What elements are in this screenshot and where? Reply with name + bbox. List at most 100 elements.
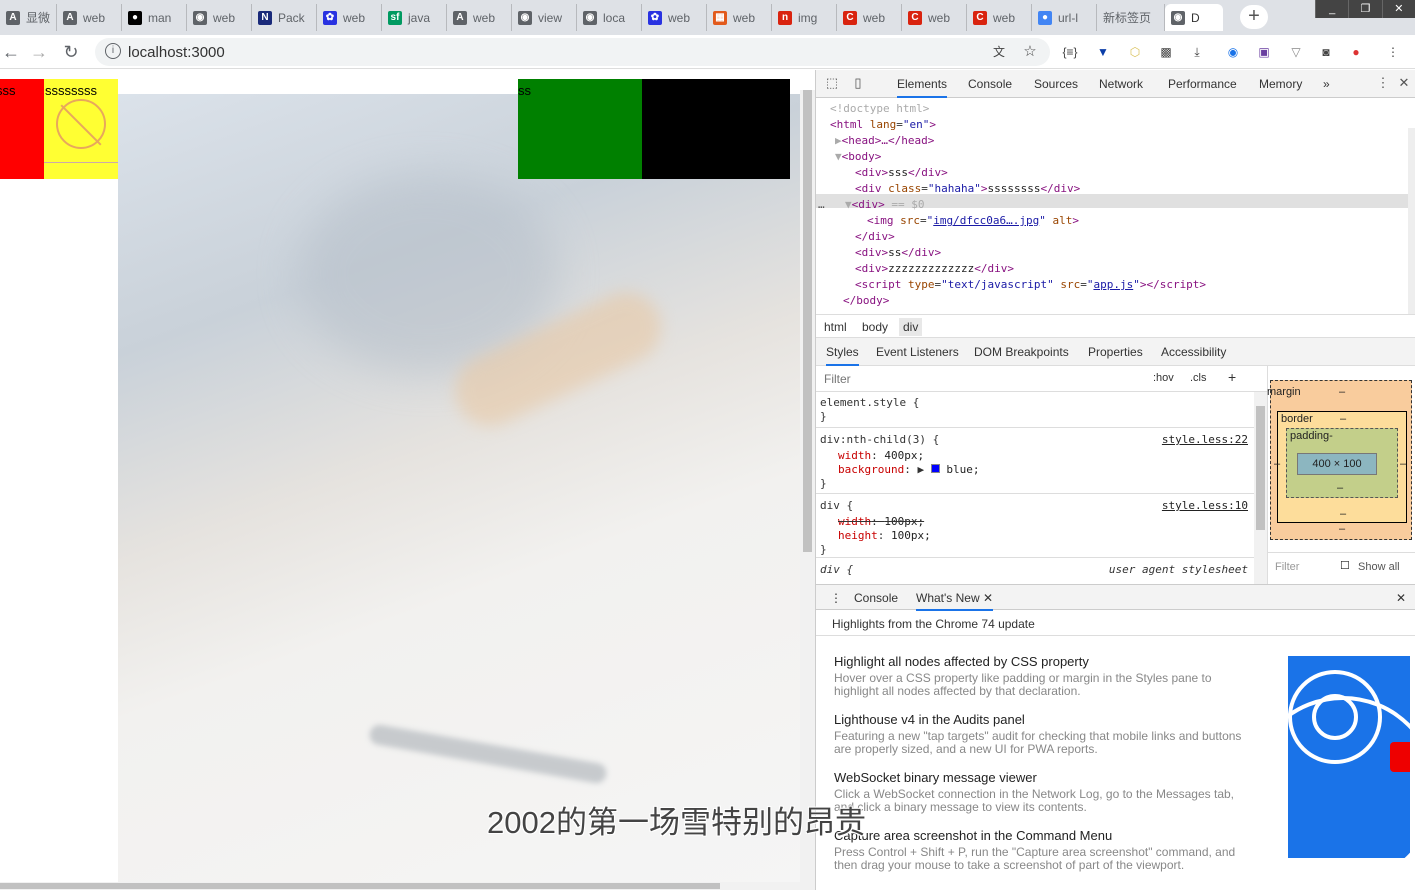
url-text[interactable]: localhost:3000 [128,44,225,61]
div-node-4[interactable]: <div>ss</div> [855,246,941,259]
browser-tab[interactable]: ◉ view [512,4,577,31]
qr-code-icon[interactable]: ▩ [1158,44,1174,60]
body-node[interactable]: ▼<body> [835,150,881,163]
more-tabs-button[interactable]: » [1323,77,1330,91]
tab-accessibility[interactable]: Accessibility [1161,345,1226,359]
menu-dots-icon[interactable]: ⋮ [1385,44,1401,60]
inspect-element-icon[interactable]: ⬚ [824,75,840,91]
rule-source-link[interactable]: style.less:10 [1162,499,1248,512]
close-drawer-icon[interactable]: ✕ [1396,591,1406,605]
doctype-node[interactable]: <!doctype html> [830,102,929,115]
address-bar[interactable]: i localhost:3000 文 ☆ [95,38,1050,66]
browser-tab[interactable]: Cweb [837,4,902,31]
background-declaration[interactable]: background: ▶ blue; [838,463,979,476]
browser-tab[interactable]: ◉ loca [577,4,642,31]
computed-filter-input[interactable]: Filter [1275,561,1299,573]
whats-new-item[interactable]: Highlight all nodes affected by CSS prop… [834,654,1254,698]
tab-properties[interactable]: Properties [1088,345,1143,359]
height-declaration[interactable]: height: 100px; [838,529,931,542]
tab-memory[interactable]: Memory [1259,77,1302,91]
browser-tab[interactable]: Cweb [967,4,1032,31]
info-icon[interactable]: i [105,43,121,59]
overridden-width-declaration[interactable]: width: 100px; [838,515,924,528]
box-model-margin[interactable]: margin – – border – – – – padding- – 400… [1267,380,1412,540]
node-actions-ellipsis[interactable]: … [818,198,825,211]
browser-tab[interactable]: Aweb [57,4,122,31]
width-declaration[interactable]: width: 400px; [838,449,924,462]
browser-tab[interactable]: ● url-l [1032,4,1097,31]
avatar[interactable]: ● [1348,44,1364,60]
download-icon[interactable]: ⤓ [1189,44,1205,60]
div-node-5[interactable]: <div>zzzzzzzzzzzzz</div> [855,262,1014,275]
breadcrumb-body[interactable]: body [862,320,888,334]
element-style-selector[interactable]: element.style { [820,396,919,409]
tab-console[interactable]: Console [968,77,1012,91]
breadcrumb-html[interactable]: html [824,320,847,334]
browser-tab[interactable]: n img [772,4,837,31]
browser-tab[interactable]: Cweb [902,4,967,31]
node-extension-icon[interactable]: ⬡ [1127,44,1143,60]
tab-sources[interactable]: Sources [1034,77,1078,91]
drawer-tab-console[interactable]: Console [854,591,898,605]
box-model-content-size[interactable]: 400 × 100 [1297,453,1377,475]
vue-devtools-icon[interactable]: ▼ [1095,44,1111,60]
rule-selector[interactable]: div:nth-child(3) { [820,433,939,446]
div-node-1[interactable]: <div>sss</div> [855,166,948,179]
box-model-padding[interactable]: padding- – 400 × 100 [1286,428,1398,498]
tab-styles[interactable]: Styles [826,345,859,366]
box-model-border[interactable]: border – – – – padding- – 400 × 100 [1274,411,1407,523]
styles-scrollbar[interactable] [1254,392,1267,584]
json-extension-icon[interactable]: {≡} [1062,44,1078,60]
browser-tab[interactable]: ✿ web [642,4,707,31]
search-extension-icon[interactable]: ◉ [1225,44,1241,60]
html-node[interactable]: <html lang="en"> [830,118,936,131]
class-toggle[interactable]: .cls [1190,372,1207,384]
div-node-2[interactable]: <div class="hahaha">ssssssss</div> [855,182,1080,195]
whats-new-item[interactable]: Capture area screenshot in the Command M… [834,828,1254,872]
page-horizontal-scrollbar[interactable] [0,882,800,890]
settings-menu-icon[interactable]: ⋮ [1375,75,1391,91]
rule-source-link[interactable]: style.less:22 [1162,433,1248,446]
img-node[interactable]: <img src="img/dfcc0a6….jpg" alt> [867,214,1079,227]
close-tab-icon[interactable]: ✕ [983,591,993,605]
rule-selector[interactable]: div { [820,499,853,512]
tampermonkey-icon[interactable]: ◙ [1318,44,1334,60]
minimize-button[interactable]: _ [1315,0,1348,18]
whats-new-item[interactable]: Lighthouse v4 in the Audits panel Featur… [834,712,1254,756]
head-node[interactable]: ▶<head>…</head> [835,134,934,147]
browser-tab[interactable]: ◉ D [1165,4,1223,31]
close-window-button[interactable]: ✕ [1381,0,1415,18]
drawer-tab-whats-new[interactable]: What's New ✕ [916,591,994,611]
tab-network[interactable]: Network [1099,77,1143,91]
tab-event-listeners[interactable]: Event Listeners [876,345,959,359]
forward-arrow-icon[interactable]: → [28,41,50,63]
browser-tab[interactable]: ● man [122,4,187,31]
browser-tab[interactable]: A 显微 [0,4,57,31]
browser-tab[interactable]: 新标签页 [1097,4,1165,31]
browser-tab[interactable]: N Pack [252,4,317,31]
color-swatch[interactable] [930,464,940,473]
browser-tab[interactable]: Aweb [447,4,512,31]
whats-new-item[interactable]: WebSocket binary message viewer Click a … [834,770,1254,814]
reload-icon[interactable]: ↻ [60,41,82,63]
device-toolbar-icon[interactable]: ▯ [850,75,866,91]
restore-button[interactable]: ❐ [1348,0,1381,18]
browser-tab[interactable]: ◉ web [187,4,252,31]
styles-filter-input[interactable] [820,369,1142,389]
bookmark-star-icon[interactable]: ☆ [1022,44,1038,60]
drawer-menu-icon[interactable]: ⋮ [830,591,842,605]
add-rule-icon[interactable]: + [1228,369,1236,385]
translate-icon[interactable]: 文 [991,44,1007,60]
browser-tab[interactable]: sf java [382,4,447,31]
rp-extension-icon[interactable]: ▣ [1256,44,1272,60]
browser-tab[interactable]: ▦ web [707,4,772,31]
hover-state-toggle[interactable]: :hov [1153,372,1174,384]
tab-dom-breakpoints[interactable]: DOM Breakpoints [974,345,1069,359]
dom-tree-scrollbar[interactable] [1408,128,1415,314]
page-vertical-scrollbar[interactable] [800,90,815,890]
browser-tab[interactable]: ✿ web [317,4,382,31]
back-arrow-icon[interactable]: ← [0,41,22,63]
tab-elements[interactable]: Elements [897,77,948,98]
rule-selector[interactable]: div { [820,563,853,576]
vue-icon[interactable]: ▽ [1288,44,1304,60]
